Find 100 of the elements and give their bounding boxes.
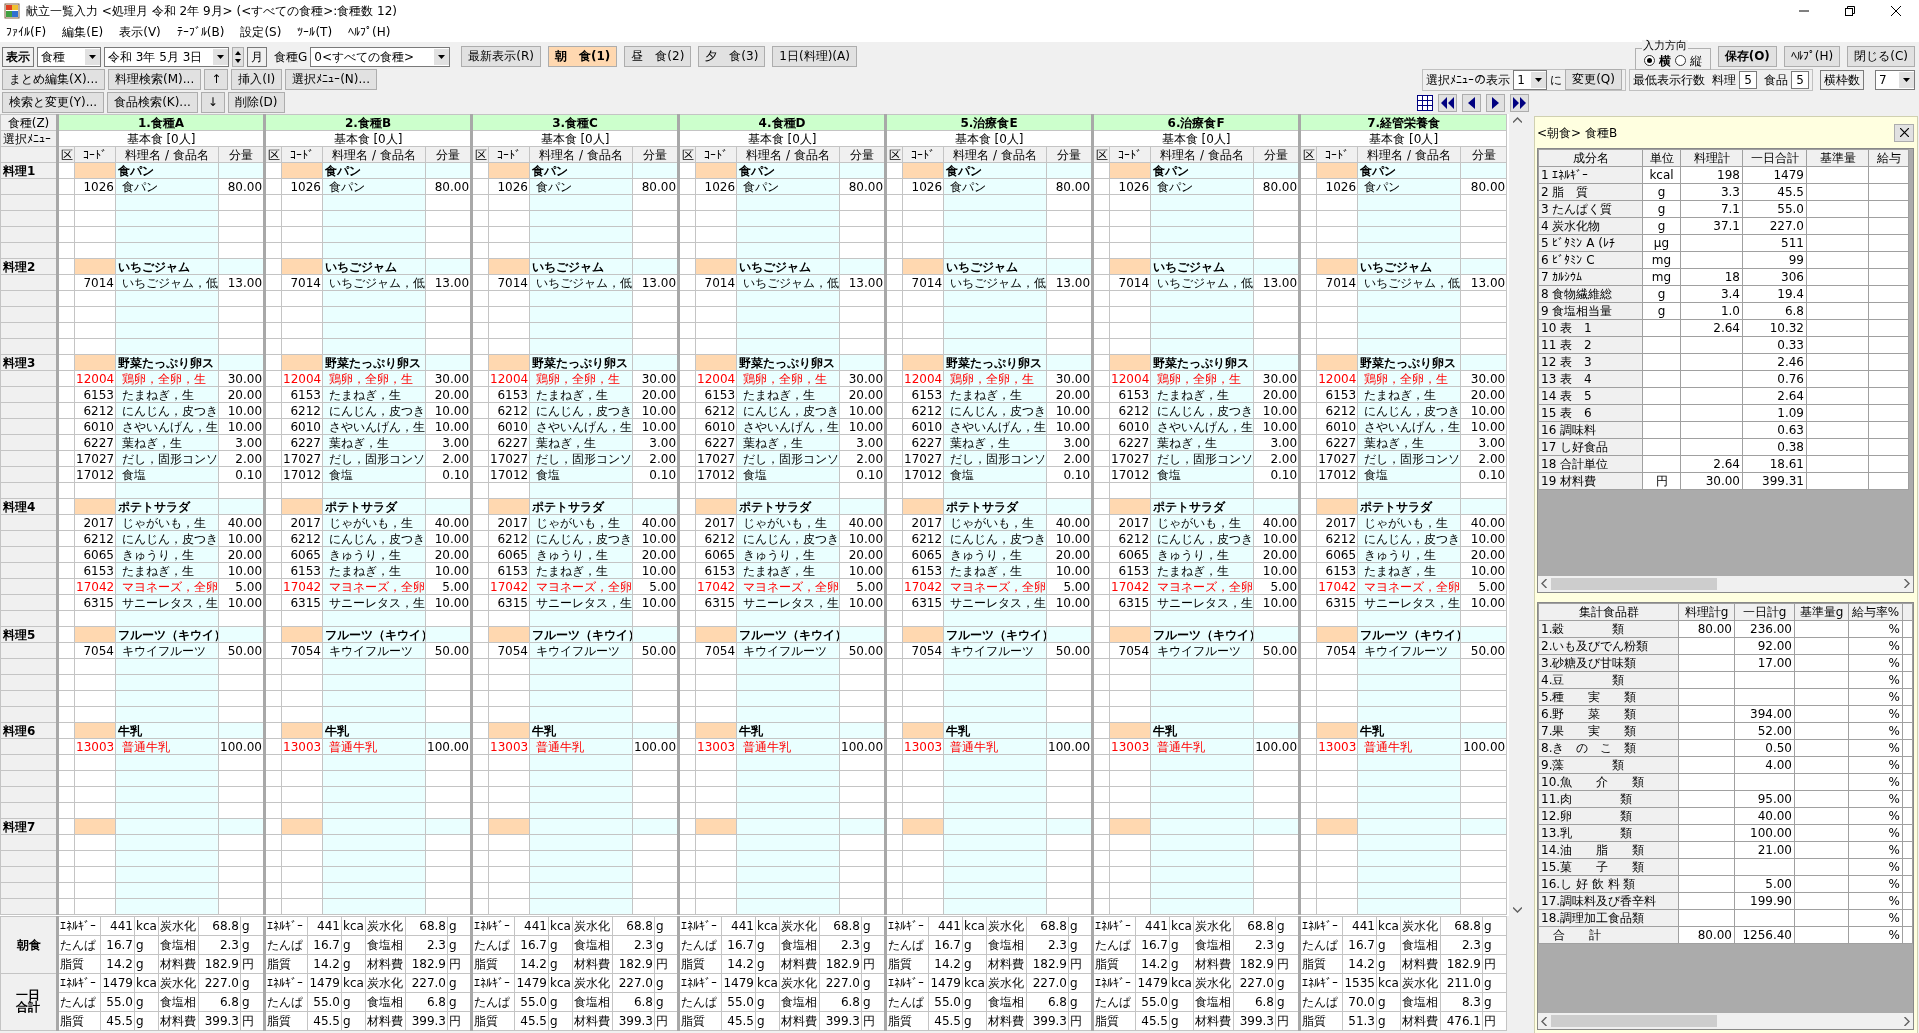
food-code: 12004 <box>1316 370 1358 387</box>
toolbar-button[interactable]: まとめ編集(X)... <box>2 69 106 90</box>
food-code: 6212 <box>74 402 116 419</box>
food-code: 7014 <box>488 274 530 291</box>
nutrient-value: 182.9 <box>1233 954 1276 974</box>
menu-item[interactable]: 設定(S) <box>240 23 282 41</box>
unit-label: g <box>962 1011 987 1031</box>
input-field[interactable]: 5 <box>1739 70 1757 89</box>
scrollbar-thumb[interactable] <box>1551 577 1718 590</box>
unit-label: g <box>1482 992 1507 1012</box>
column-header: 基準量g <box>1794 603 1849 621</box>
nutrient-value: 182.9 <box>819 954 862 974</box>
radio-button[interactable] <box>1674 55 1686 66</box>
nutrient-label: 材料費 <box>1400 1011 1441 1031</box>
table-cell: g <box>1642 217 1681 235</box>
toolbar-button[interactable]: 食品検索(K)... <box>107 92 198 113</box>
table-cell: 198 <box>1680 166 1743 184</box>
meal-tab[interactable]: 夕 食(3) <box>698 46 766 67</box>
food-code: 7054 <box>902 642 944 659</box>
table-cell: 1.0 <box>1680 302 1743 320</box>
last-button[interactable] <box>1510 93 1529 112</box>
menu-item[interactable]: ﾂｰﾙ(T) <box>297 23 333 41</box>
food-code: 7054 <box>74 642 116 659</box>
input-field[interactable]: 5 <box>1791 70 1809 89</box>
menu-item[interactable]: ﾌｧｲﾙ(F) <box>6 23 47 41</box>
toolbar-button[interactable]: 削除(D) <box>227 92 285 113</box>
food-code: 13003 <box>1109 738 1151 755</box>
grid-icon[interactable] <box>1417 94 1433 111</box>
nutrient-value: 16.7 <box>514 935 549 955</box>
nutrient-value: 2.3 <box>1026 935 1069 955</box>
food-code: 17012 <box>488 466 530 483</box>
nutrient-value: 227.0 <box>1233 973 1276 993</box>
nutrient-label: 炭水化 <box>1193 973 1234 993</box>
window-button[interactable]: ﾍﾙﾌﾟ(H) <box>1783 46 1841 67</box>
nutrient-value: 182.9 <box>405 954 448 974</box>
nutrient-label: 材料費 <box>986 954 1027 974</box>
menu-item[interactable]: 表示(V) <box>119 23 161 41</box>
frame-count-select[interactable]: 7 <box>1875 69 1915 90</box>
close-button[interactable] <box>1894 123 1914 142</box>
first-button[interactable] <box>1438 93 1457 112</box>
change-button[interactable]: 変更(Q) <box>1565 69 1622 90</box>
nutrient-label: 脂質 <box>57 1011 101 1031</box>
food-code: 7054 <box>695 642 737 659</box>
food-code: 6212 <box>695 530 737 547</box>
nutrient-value: 68.8 <box>405 916 448 936</box>
food-code: 6227 <box>281 434 323 451</box>
nutrient-value: 399.3 <box>1233 1011 1276 1031</box>
window-button[interactable]: 保存(O) <box>1717 46 1777 67</box>
table-cell: g <box>1642 302 1681 320</box>
meal-tab[interactable]: 朝 食(1) <box>548 46 618 67</box>
next-button[interactable] <box>1486 93 1505 112</box>
table-cell: 40.00 <box>1734 807 1795 825</box>
toolbar-button[interactable]: 挿入(I) <box>231 69 283 90</box>
column-header: 料理計 <box>1680 149 1743 167</box>
unit-label: g <box>1068 916 1093 936</box>
toolbar-button[interactable]: 料理検索(M)... <box>108 69 202 90</box>
meal-tab[interactable]: 1日(料理)(A) <box>772 46 857 67</box>
nutrient-label: たんぱ <box>471 992 515 1012</box>
month-button[interactable]: 月 <box>247 46 267 67</box>
food-code: 2017 <box>902 514 944 531</box>
unit-label: g <box>341 992 366 1012</box>
nutrient-label: 炭水化 <box>365 973 406 993</box>
menu-item[interactable]: 編集(E) <box>62 23 104 41</box>
menu-item[interactable]: ﾃｰﾌﾞﾙ(B) <box>176 23 225 41</box>
food-code: 6010 <box>695 418 737 435</box>
view-label: 表示 <box>2 46 34 67</box>
food-code: 12004 <box>1109 370 1151 387</box>
group-select[interactable]: 0<すべての食種> <box>310 46 451 67</box>
nutrient-value: 227.0 <box>819 973 862 993</box>
toolbar-button[interactable]: 検索と変更(Y)... <box>2 92 105 113</box>
menu-item[interactable]: ﾍﾙﾌﾟ(H) <box>348 23 391 41</box>
toolbar-button[interactable]: ↓ <box>200 92 225 113</box>
food-code: 7054 <box>488 642 530 659</box>
nutrient-value: 14.2 <box>1342 954 1377 974</box>
nutrient-value: 6.8 <box>198 992 241 1012</box>
column-title: 5.治療食E <box>885 114 1093 131</box>
food-code: 13003 <box>695 738 737 755</box>
nutrient-value: 70.0 <box>1342 992 1377 1012</box>
column-header: 基準量 <box>1806 149 1869 167</box>
nutrient-label: 材料費 <box>1193 1011 1234 1031</box>
spin-button[interactable] <box>232 46 244 67</box>
radio-button[interactable] <box>1643 55 1655 66</box>
nutrient-label: 炭水化 <box>1193 916 1234 936</box>
food-amount: 10.00 <box>1460 562 1507 579</box>
food-code: 12004 <box>74 370 116 387</box>
refresh-button[interactable]: 最新表示(R) <box>461 46 541 67</box>
window-button[interactable]: 閉じる(C) <box>1847 46 1915 67</box>
table-cell: 45.5 <box>1742 183 1807 201</box>
date-select[interactable]: 令和 3年 5月 3日 <box>104 46 229 67</box>
toolbar-button[interactable]: ↑ <box>204 69 229 90</box>
menu-display-select[interactable]: 1 <box>1513 69 1548 90</box>
toolbar-button[interactable]: 選択ﾒﾆｭｰ(N)... <box>285 69 377 90</box>
table-cell: 1256.40 <box>1734 926 1795 944</box>
scrollbar-thumb[interactable] <box>1551 1015 1718 1027</box>
nutrient-label: 炭水化 <box>779 973 820 993</box>
nutrient-value: 211.0 <box>1440 973 1483 993</box>
food-code: 6153 <box>902 386 944 403</box>
view-select[interactable]: 食種 <box>37 46 101 67</box>
meal-tab[interactable]: 昼 食(2) <box>624 46 692 67</box>
previous-button[interactable] <box>1462 93 1481 112</box>
